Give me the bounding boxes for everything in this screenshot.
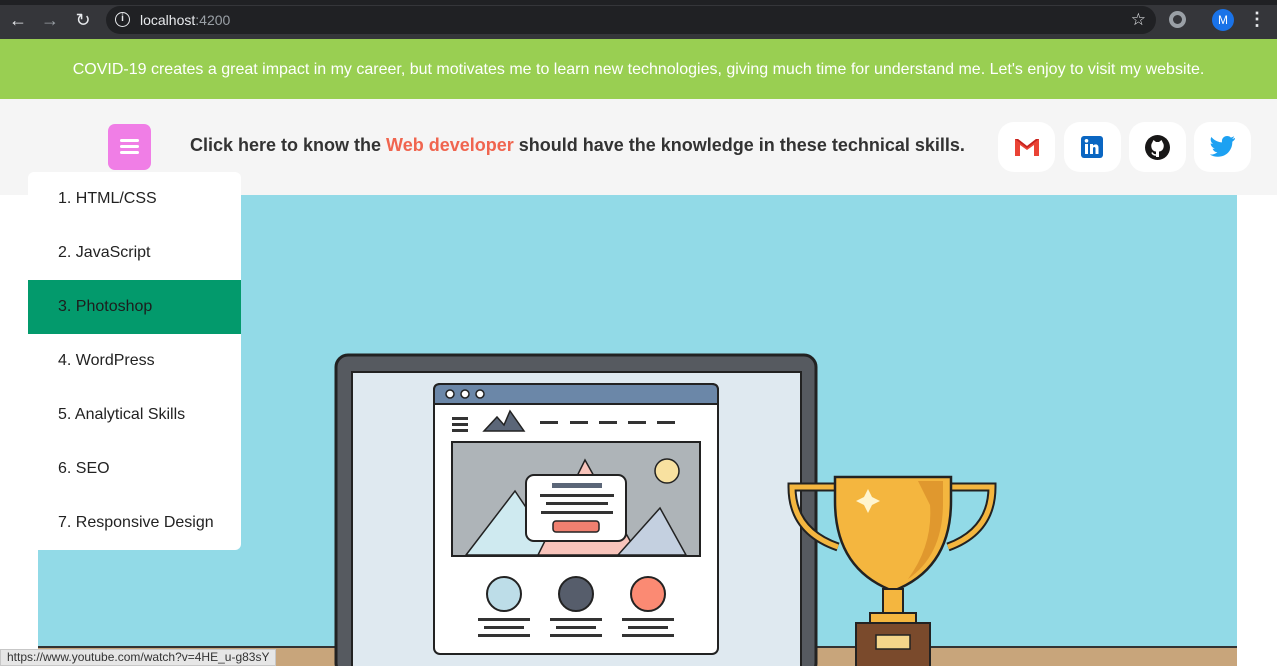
gmail-button[interactable] (998, 122, 1055, 172)
github-icon (1145, 135, 1170, 160)
back-icon[interactable]: ← (8, 10, 28, 30)
github-button[interactable] (1129, 122, 1186, 172)
address-bar[interactable]: i localhost:4200 ☆ (106, 6, 1156, 34)
gmail-icon (1015, 139, 1039, 156)
twitter-button[interactable] (1194, 122, 1251, 172)
menu-item-photoshop[interactable]: 3. Photoshop (28, 280, 241, 334)
menu-item-responsive-design[interactable]: 7. Responsive Design (28, 496, 241, 550)
tab-strip (0, 0, 1277, 5)
bookmark-star-icon[interactable]: ☆ (1131, 10, 1146, 30)
skills-headline[interactable]: Click here to know the Web developer sho… (190, 135, 965, 156)
browser-toolbar: ← → ↻ i localhost:4200 ☆ M ⋮ (0, 0, 1277, 39)
hamburger-icon (120, 139, 139, 142)
menu-item-analytical-skills[interactable]: 5. Analytical Skills (28, 388, 241, 442)
twitter-icon (1209, 136, 1235, 157)
reload-icon[interactable]: ↻ (73, 10, 93, 30)
menu-item-html-css[interactable]: 1. HTML/CSS (28, 172, 241, 226)
menu-item-wordpress[interactable]: 4. WordPress (28, 334, 241, 388)
menu-item-javascript[interactable]: 2. JavaScript (28, 226, 241, 280)
extension-icon[interactable] (1169, 11, 1186, 28)
profile-avatar[interactable]: M (1212, 9, 1234, 31)
linkedin-icon (1081, 136, 1103, 158)
announcement-banner: COVID-19 creates a great impact in my ca… (0, 39, 1277, 99)
web-developer-link[interactable]: Web developer (386, 135, 514, 155)
info-icon[interactable]: i (115, 12, 130, 27)
forward-icon[interactable]: → (40, 10, 60, 30)
skills-dropdown-menu: 1. HTML/CSS 2. JavaScript 3. Photoshop 4… (28, 172, 241, 550)
browser-menu-icon[interactable]: ⋮ (1248, 9, 1266, 29)
hamburger-menu-button[interactable] (108, 124, 151, 170)
menu-item-seo[interactable]: 6. SEO (28, 442, 241, 496)
linkedin-button[interactable] (1064, 122, 1121, 172)
url-text[interactable]: localhost:4200 (140, 12, 230, 28)
link-status-bar: https://www.youtube.com/watch?v=4HE_u-g8… (0, 649, 277, 666)
